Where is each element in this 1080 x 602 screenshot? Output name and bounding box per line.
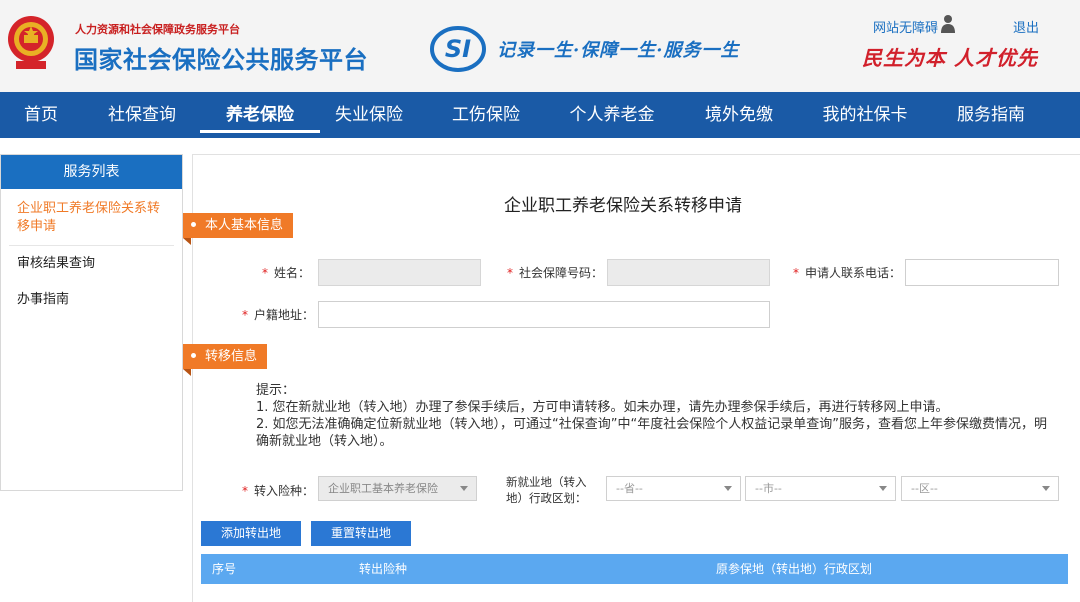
phone-field[interactable]: [905, 259, 1059, 286]
nav-home[interactable]: 首页: [0, 92, 82, 138]
nav-work-injury-insurance[interactable]: 工伤保险: [418, 92, 554, 138]
accessibility-link[interactable]: 网站无障碍: [873, 17, 938, 36]
main-nav: 首页 社保查询 养老保险 失业保险 工伤保险 个人养老金 境外免缴 我的社保卡 …: [0, 92, 1080, 138]
tips-line-1: 1. 您在新就业地（转入地）办理了参保手续后，方可申请转移。如未办理，请先办理参…: [256, 400, 949, 415]
sidebar-item-transfer-application[interactable]: 企业职工养老保险关系转移申请: [1, 189, 182, 245]
transfer-table-header: 序号 转出险种 原参保地（转出地）行政区划: [201, 554, 1068, 584]
nav-personal-pension[interactable]: 个人养老金: [554, 92, 670, 138]
sidebar-title: 服务列表: [1, 155, 182, 189]
name-field[interactable]: [318, 259, 481, 286]
nav-overseas-exemption[interactable]: 境外免缴: [670, 92, 808, 138]
chevron-down-icon: [724, 486, 732, 491]
insurance-type-value: 企业职工基本养老保险: [328, 482, 438, 495]
insurance-type-select[interactable]: 企业职工基本养老保险: [318, 476, 477, 501]
district-placeholder: --区--: [911, 482, 938, 495]
col-original-region: 原参保地（转出地）行政区划: [716, 562, 873, 576]
site-subtitle: 人力资源和社会保障政务服务平台: [75, 23, 240, 36]
address-field[interactable]: [318, 301, 770, 328]
city-placeholder: --市--: [755, 482, 782, 495]
region-label-line-2: 地）行政区划：: [506, 491, 587, 505]
nav-service-guide[interactable]: 服务指南: [922, 92, 1060, 138]
name-label: * 姓名：: [262, 264, 310, 281]
required-mark: *: [507, 266, 513, 280]
district-select[interactable]: --区--: [901, 476, 1059, 501]
region-label: 新就业地（转入 地）行政区划：: [506, 474, 587, 506]
section-basic-info: 本人基本信息: [183, 213, 294, 245]
nav-social-security-query[interactable]: 社保查询: [82, 92, 202, 138]
sidebar-item-guide[interactable]: 办事指南: [1, 282, 182, 318]
phone-label: * 申请人联系电话：: [793, 264, 901, 281]
name-label-text: 姓名：: [274, 266, 311, 280]
site-title: 国家社会保险公共服务平台: [74, 46, 368, 74]
ssn-label: * 社会保障号码：: [507, 264, 603, 281]
si-logo-text: SI: [445, 35, 471, 63]
tips-line-2: 2. 如您无法准确确定位新就业地（转入地），可通过“社保查询”中“年度社会保险个…: [256, 417, 1047, 449]
insurance-type-label-text: 转入险种：: [254, 484, 315, 498]
site-header: 人力资源和社会保障政务服务平台 国家社会保险公共服务平台 SI 记录一生·保障一…: [0, 0, 1080, 92]
nav-pension-insurance[interactable]: 养老保险: [200, 92, 320, 138]
chevron-down-icon: [879, 486, 887, 491]
nav-my-ss-card[interactable]: 我的社保卡: [808, 92, 922, 138]
insurance-type-label: * 转入险种：: [242, 482, 314, 499]
required-mark: *: [242, 484, 248, 498]
ssn-label-text: 社会保障号码：: [519, 266, 604, 280]
section-transfer-info: 转移信息: [183, 344, 268, 376]
province-placeholder: --省--: [616, 482, 643, 495]
sidebar: 服务列表 企业职工养老保险关系转移申请 审核结果查询 办事指南: [0, 154, 183, 491]
national-emblem-icon: [8, 16, 54, 69]
region-label-line-1: 新就业地（转入: [506, 475, 587, 489]
col-index: 序号: [212, 562, 237, 576]
bullet-dot: [191, 222, 196, 227]
province-select[interactable]: --省--: [606, 476, 741, 501]
slogan: 记录一生·保障一生·服务一生: [497, 40, 740, 61]
phone-label-text: 申请人联系电话：: [805, 266, 902, 280]
required-mark: *: [262, 266, 268, 280]
col-insurance-type: 转出险种: [359, 562, 408, 576]
nav-unemployment-insurance[interactable]: 失业保险: [320, 92, 418, 138]
address-label: * 户籍地址：: [242, 306, 314, 323]
required-mark: *: [242, 308, 248, 322]
section-transfer-info-label: 转移信息: [205, 349, 258, 364]
add-transfer-out-button[interactable]: 添加转出地: [201, 521, 301, 546]
ssn-field[interactable]: [607, 259, 770, 286]
reset-transfer-out-button[interactable]: 重置转出地: [311, 521, 411, 546]
accessibility-person-icon[interactable]: [939, 14, 957, 34]
required-mark: *: [793, 266, 799, 280]
social-insurance-logo: SI: [430, 26, 486, 72]
chevron-down-icon: [460, 486, 468, 491]
logout-link[interactable]: 退出: [1013, 17, 1039, 36]
section-basic-info-label: 本人基本信息: [205, 218, 284, 233]
tips-heading: 提示：: [256, 383, 296, 398]
sidebar-item-review-result[interactable]: 审核结果查询: [1, 246, 182, 282]
city-select[interactable]: --市--: [745, 476, 896, 501]
chevron-down-icon: [1042, 486, 1050, 491]
address-label-text: 户籍地址：: [254, 308, 315, 322]
motto: 民生为本 人才优先: [862, 46, 1038, 70]
tips-block: 提示： 1. 您在新就业地（转入地）办理了参保手续后，方可申请转移。如未办理，请…: [256, 382, 1056, 450]
form-title: 企业职工养老保险关系转移申请: [504, 196, 742, 216]
bullet-dot: [191, 353, 196, 358]
